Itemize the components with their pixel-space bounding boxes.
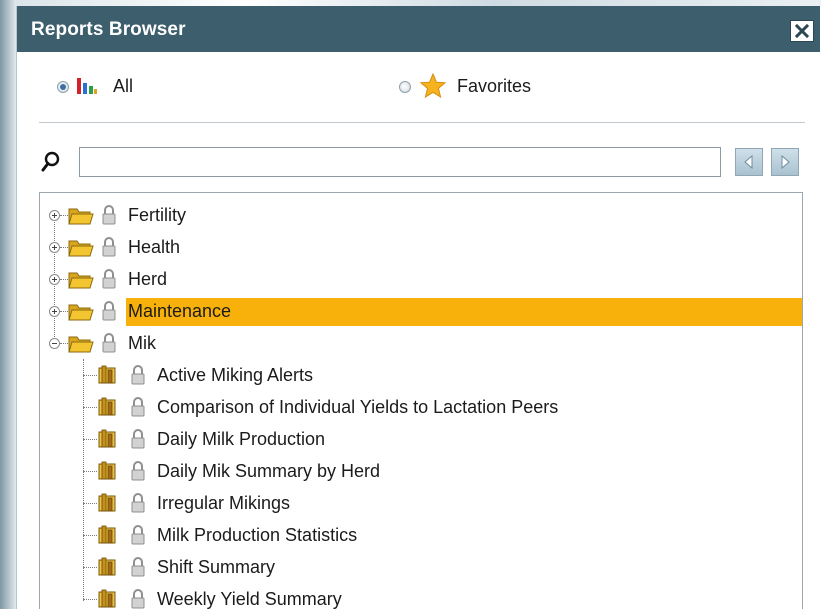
lock-icon [102, 205, 116, 229]
tree-report-row[interactable]: Daily Mik Summary by Herd [40, 455, 802, 487]
tree-connector [60, 279, 68, 280]
tree-connector [60, 311, 68, 312]
tree-folder-label[interactable]: Mik [126, 330, 158, 356]
lock-icon [102, 333, 116, 357]
lock-icon [131, 461, 145, 485]
folder-icon [68, 268, 94, 294]
expand-toggle-icon[interactable] [49, 242, 60, 253]
title-bar: Reports Browser [17, 6, 820, 52]
tree-report-row[interactable]: Weekly Yield Summary [40, 583, 802, 609]
tree-folder-row[interactable]: Mik [40, 327, 802, 359]
favorites-radio[interactable] [399, 81, 411, 93]
close-icon [795, 24, 809, 38]
tree-folder-label[interactable]: Herd [126, 266, 169, 292]
scope-selector: All Favorites [17, 66, 820, 106]
tree-report-label[interactable]: Milk Production Statistics [155, 522, 359, 548]
folder-icon [68, 300, 94, 326]
tree-folder-row[interactable]: Maintenance [40, 295, 802, 327]
tree-report-row[interactable]: Daily Milk Production [40, 423, 802, 455]
tree-report-row[interactable]: Active Miking Alerts [40, 359, 802, 391]
close-button[interactable] [790, 20, 814, 42]
tree-connector [83, 471, 97, 472]
divider [39, 122, 805, 123]
lock-icon [131, 429, 145, 453]
previous-button[interactable] [735, 148, 763, 176]
tree-folder-label[interactable]: Health [126, 234, 182, 260]
all-option-label[interactable]: All [113, 76, 133, 97]
tree-connector [60, 247, 68, 248]
tree-report-row[interactable]: Shift Summary [40, 551, 802, 583]
tree-connector [60, 215, 68, 216]
background-edge [0, 0, 16, 609]
report-icon [97, 365, 119, 389]
arrow-left-icon [744, 155, 753, 169]
tree-report-label[interactable]: Daily Milk Production [155, 426, 327, 452]
reports-browser-window: Reports Browser All Favorites Fertility … [16, 6, 820, 609]
tree-report-label[interactable]: Shift Summary [155, 554, 277, 580]
folder-icon [68, 204, 94, 230]
tree-connector [83, 535, 97, 536]
arrow-right-icon [781, 155, 790, 169]
tree-report-label[interactable]: Daily Mik Summary by Herd [155, 458, 382, 484]
tree-connector [83, 407, 97, 408]
collapse-toggle-icon[interactable] [49, 338, 60, 349]
tree-connector [60, 343, 68, 344]
search-icon [41, 151, 60, 172]
expand-toggle-icon[interactable] [49, 274, 60, 285]
lock-icon [102, 237, 116, 261]
tree-connector [83, 503, 97, 504]
report-icon [97, 589, 119, 609]
tree-report-row[interactable]: Milk Production Statistics [40, 519, 802, 551]
chart-bars-icon [77, 78, 97, 94]
lock-icon [131, 557, 145, 581]
tree-report-label[interactable]: Active Miking Alerts [155, 362, 315, 388]
report-icon [97, 461, 119, 485]
tree-connector [83, 599, 97, 600]
star-icon [419, 72, 447, 99]
tree-connector [83, 375, 97, 376]
report-icon [97, 429, 119, 453]
lock-icon [131, 525, 145, 549]
tree-connector [83, 439, 97, 440]
expand-toggle-icon[interactable] [49, 306, 60, 317]
tree-folder-row[interactable]: Health [40, 231, 802, 263]
tree-report-row[interactable]: Comparison of Individual Yields to Lacta… [40, 391, 802, 423]
favorites-option-label[interactable]: Favorites [457, 76, 531, 97]
report-icon [97, 525, 119, 549]
lock-icon [102, 269, 116, 293]
folder-icon [68, 236, 94, 262]
tree-report-label[interactable]: Weekly Yield Summary [155, 586, 344, 609]
window-title: Reports Browser [31, 19, 186, 40]
tree-folder-row[interactable]: Fertility [40, 199, 802, 231]
tree-folder-label[interactable]: Maintenance [126, 298, 234, 324]
all-radio[interactable] [57, 81, 69, 93]
tree-report-label[interactable]: Irregular Mikings [155, 490, 292, 516]
lock-icon [102, 301, 116, 325]
tree-report-row[interactable]: Irregular Mikings [40, 487, 802, 519]
tree-folder-row[interactable]: Herd [40, 263, 802, 295]
tree-folder-label[interactable]: Fertility [126, 202, 188, 228]
reports-tree: Fertility Health Herd Maintenance Mik Active … [39, 192, 803, 609]
expand-toggle-icon[interactable] [49, 210, 60, 221]
tree-report-label[interactable]: Comparison of Individual Yields to Lacta… [155, 394, 560, 420]
lock-icon [131, 397, 145, 421]
lock-icon [131, 365, 145, 389]
tree-connector [83, 567, 97, 568]
report-icon [97, 557, 119, 581]
search-input[interactable] [79, 147, 721, 177]
report-icon [97, 493, 119, 517]
report-icon [97, 397, 119, 421]
lock-icon [131, 589, 145, 609]
folder-icon [68, 332, 94, 358]
next-button[interactable] [771, 148, 799, 176]
lock-icon [131, 493, 145, 517]
